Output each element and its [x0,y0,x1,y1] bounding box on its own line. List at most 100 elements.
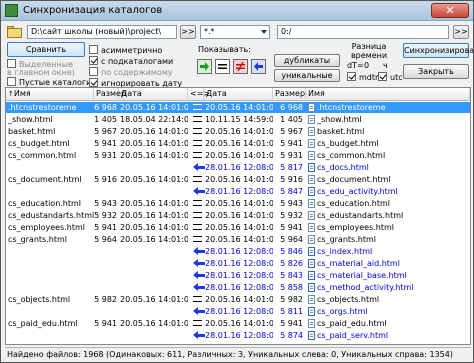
file-filter-combo[interactable]: *.* [200,25,270,39]
folder-icon[interactable] [5,25,25,39]
by-content-label: по содержимому [101,68,173,77]
right-name-cell: cs_paid_serv.html [317,331,389,340]
right-date-cell: 20.05.16 14:01:00 [205,199,273,208]
table-row[interactable]: cs_paid_edu.html 5 941 20.05.16 14:01:00 20… [6,318,470,329]
right-name-cell: cs_employees.html [317,223,394,232]
left-size-cell: 1 405 [94,115,117,124]
col-left-size[interactable]: Размер [94,88,126,101]
equals-icon[interactable] [193,174,205,185]
table-row[interactable]: cs_education.html 5 943 20.05.16 14:01:00 2… [6,198,470,209]
left-date-cell [120,270,188,281]
col-right-size[interactable]: Размер [273,88,306,101]
synchronize-button[interactable]: Синхронизировать [403,43,473,58]
table-row[interactable]: cs_grants.html 5 964 20.05.16 14:01:00 20.0… [6,234,470,245]
utc-label: utc [390,73,403,82]
right-name-cell: cs_method_activity.html [317,283,414,292]
equals-icon[interactable] [193,150,205,161]
table-row[interactable]: .htcnstrestoreme 6 968 20.05.16 14:01:00 20… [6,102,470,113]
table-row[interactable]: cs_objects.html 5 982 20.05.16 14:01:00 20.… [6,294,470,305]
window-close-button[interactable]: ✕ [431,3,469,18]
empty-dirs-label: Пустые каталоги [19,78,92,87]
equals-icon[interactable] [193,114,205,125]
close-button[interactable]: Закрыть [403,64,469,79]
table-row[interactable]: _show.html 1 405 18.05.04 22:14:04 10.11.15… [6,114,470,125]
left-path-input[interactable]: D:\сайт школы (новый)\project\ [27,25,177,39]
right-name-cell: .htcnstrestoreme [317,103,386,112]
equals-icon[interactable] [193,294,205,305]
copy-left-arrow-icon[interactable] [193,270,205,281]
left-name-cell: cs_budget.html [8,139,70,148]
file-icon [308,199,315,208]
right-size-cell: 5 931 [280,151,303,160]
equals-icon[interactable] [193,198,205,209]
with-subdirs-checkbox[interactable]: с подкаталогами [89,56,173,66]
asymmetric-checkbox[interactable]: асимметрично [89,45,162,55]
left-name-cell: cs_edustandarts.html [8,211,94,220]
right-size-cell: 1 405 [280,115,303,124]
left-name-cell: cs_document.html [8,175,82,184]
equals-icon[interactable] [193,102,205,113]
copy-left-arrow-icon[interactable] [193,258,205,269]
dt-value[interactable]: 0 [364,61,369,70]
left-name-cell [8,330,94,341]
col-left-name[interactable]: ↑Имя [6,88,94,101]
copy-left-arrow-icon[interactable] [193,282,205,293]
table-row[interactable]: cs_budget.html 5 941 20.05.16 14:01:00 20.0… [6,138,470,149]
show-equal-toggle[interactable] [215,59,230,74]
empty-dirs-checkbox[interactable]: Пустые каталоги [7,77,91,87]
equals-icon[interactable] [193,234,205,245]
col-left-date[interactable]: Дата [119,88,188,101]
left-path-nav-button[interactable]: >> [180,25,196,39]
table-row[interactable]: 28.01.16 12:08:00 5 811 cs_orgs.html [6,306,470,317]
equals-icon[interactable] [193,138,205,149]
col-compare[interactable]: <=> [188,88,210,101]
equals-icon[interactable] [193,210,205,221]
show-different-toggle[interactable] [233,59,248,74]
equals-icon[interactable] [193,222,205,233]
col-right-date[interactable]: Дата [204,88,273,101]
table-row[interactable]: 28.01.16 12:08:00 5 846 cs_index.html [6,246,470,257]
unique-button[interactable]: уникальные [274,69,340,82]
right-path-input[interactable]: 0:/ [277,25,449,39]
status-bar: Найдено файлов: 1968 (Одинаковых: 611, Р… [5,347,471,361]
table-row[interactable]: 28.01.16 12:08:00 5 843 cs_material_base.h… [6,270,470,281]
copy-left-arrow-icon[interactable] [193,162,205,173]
equals-icon[interactable] [193,126,205,137]
duplicates-button[interactable]: дубликаты [274,54,340,67]
show-left-newer-toggle[interactable] [197,59,212,74]
by-content-checkbox[interactable]: по содержимому [89,67,173,77]
left-size-cell: 5 941 [94,223,117,232]
copy-left-arrow-icon[interactable] [193,330,205,341]
col-right-name[interactable]: Имя [306,88,470,101]
comparison-grid[interactable]: ↑Имя Размер Дата <=> Дата Размер Имя .ht… [5,87,471,345]
right-path-nav-button[interactable]: >> [453,25,469,39]
show-right-newer-toggle[interactable] [251,59,266,74]
utc-checkbox[interactable]: utc [378,72,403,82]
copy-left-arrow-icon[interactable] [193,186,205,197]
table-row[interactable]: 28.01.16 12:08:00 5 826 cs_material_aid.ht… [6,258,470,269]
left-date-cell [120,258,188,269]
left-date-cell: 20.05.16 14:01:00 [120,211,188,220]
title-bar[interactable]: Синхронизация каталогов ✕ [1,1,473,21]
table-row[interactable]: basket.html 5 967 20.05.16 14:01:00 20.05.1… [6,126,470,137]
table-row[interactable]: cs_employees.html 5 941 20.05.16 14:01:00 2… [6,222,470,233]
file-filter-value: *.* [204,27,215,36]
table-row[interactable]: 28.01.16 12:08:00 5 817 cs_docs.html [6,162,470,173]
right-name-cell: cs_budget.html [317,139,379,148]
left-size-cell: 5 941 [94,139,117,148]
left-name-cell [8,186,94,197]
table-row[interactable]: 28.01.16 12:08:00 5 874 cs_paid_serv.html [6,330,470,341]
file-icon [308,151,315,160]
table-row[interactable]: cs_document.html 5 916 20.05.16 14:01:00 20… [6,174,470,185]
compare-button[interactable]: Сравнить [7,42,85,57]
table-row[interactable]: cs_edustandarts.html 5 932 20.05.16 14:01:… [6,210,470,221]
copy-left-arrow-icon[interactable] [193,306,205,317]
copy-left-arrow-icon[interactable] [193,246,205,257]
table-row[interactable]: 28.01.16 12:08:00 5 847 cs_edu_activity.ht… [6,186,470,197]
table-row[interactable]: cs_common.html 5 931 20.05.16 14:01:00 20.0… [6,150,470,161]
left-size-cell [94,282,117,293]
table-row[interactable]: 28.01.16 12:08:00 5 858 cs_method_activity… [6,282,470,293]
left-name-cell: _show.html [8,115,53,124]
equals-icon[interactable] [193,318,205,329]
right-size-cell: 5 932 [280,211,303,220]
